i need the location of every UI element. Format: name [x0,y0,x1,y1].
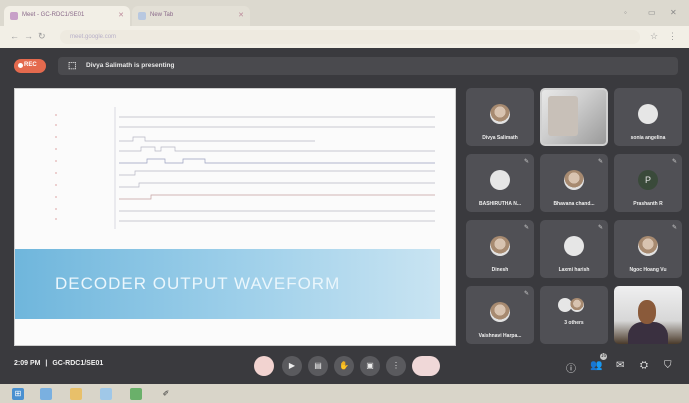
participant-name: Ngoc Hoang Vu [629,267,667,273]
participant-name: Dinesh [491,267,509,273]
participant-name: BASHIRUTHA N... [478,201,522,207]
participant-name: Divya Salimath [482,135,518,141]
others-count: 3 others [564,320,584,326]
tab-label: New Tab [150,12,174,18]
participant-tile[interactable]: ✎ Dinesh [466,220,534,278]
tab-favicon-icon [138,12,146,20]
minimize-icon[interactable]: ◦ [624,8,627,17]
current-time: 2:09 PM [14,360,41,367]
waveform-diagram [55,107,435,229]
pen-taskbar-icon[interactable]: ✐ [160,388,172,400]
presenting-banner: ⬚ Divya Salimath is presenting [58,57,678,75]
participant-video-tile[interactable] [540,88,608,146]
chat-icon[interactable]: ✉ [616,360,624,371]
participant-tile[interactable]: ✎ Bhavana chand... [540,154,608,212]
video-content-face [638,300,656,324]
meet-favicon-icon [10,12,18,20]
info-icon[interactable]: ⓘ [566,360,576,375]
close-tab-icon[interactable]: ✕ [118,11,124,19]
url-field[interactable]: meet.google.com [60,30,640,44]
microphone-button[interactable] [254,356,274,376]
browser-tab-new[interactable]: New Tab ✕ [132,6,250,26]
avatar [638,236,658,256]
recording-badge: REC [14,59,46,73]
close-tab-icon[interactable]: ✕ [238,11,244,19]
camera-button[interactable]: ▶ [282,356,302,376]
participant-name: Bhavana chand... [553,201,595,207]
avatar [638,104,658,124]
avatar [490,104,510,124]
slide-title: DECODER OUTPUT WAVEFORM [55,274,341,293]
meeting-code: GC-RDC1/SE01 [52,360,104,367]
forward-icon[interactable]: → [24,31,33,41]
avatar [564,170,584,190]
participant-tile[interactable]: ✎ P Prashanth R [614,154,682,212]
present-button[interactable]: ▣ [360,356,380,376]
mic-muted-icon: ✎ [671,225,677,231]
file-explorer-icon[interactable] [70,388,82,400]
host-controls-icon[interactable]: ⛉ [664,360,672,371]
avatar [490,236,510,256]
browser-taskbar-icon[interactable] [40,388,52,400]
video-content [548,96,578,136]
back-icon[interactable]: ← [10,31,19,41]
activities-icon[interactable]: ⛭ [640,360,648,371]
presentation-slide: DECODER OUTPUT WAVEFORM [14,88,456,346]
slide-title-banner: DECODER OUTPUT WAVEFORM [15,249,440,319]
participant-name: sonia angelina [630,135,666,141]
mic-muted-icon: ✎ [523,291,529,297]
captions-button[interactable]: ▤ [308,356,328,376]
more-options-button[interactable]: ⋮ [386,356,406,376]
meet-window: REC ⬚ Divya Salimath is presenting DECOD… [0,48,689,384]
app-taskbar-icon[interactable] [130,388,142,400]
avatar [564,236,584,256]
participant-name: Vaishnavi Harpa... [478,333,522,339]
mic-muted-icon: ✎ [597,159,603,165]
avatar: P [638,170,658,190]
participant-tile[interactable]: ✎ Ngoc Hoang Vu [614,220,682,278]
menu-icon[interactable]: ⋮ [668,31,677,42]
self-view-tile[interactable] [614,286,682,344]
meet-control-bar: 2:09 PM | GC-RDC1/SE01 ▶ ▤ ✋ ▣ ⋮ ⓘ 👥 16 … [0,348,689,384]
avatar [490,302,510,322]
app-taskbar-icon[interactable] [100,388,112,400]
raise-hand-button[interactable]: ✋ [334,356,354,376]
mic-muted-icon: ✎ [523,225,529,231]
tab-label: Meet - GC-RDC1/SE01 [22,12,85,18]
meet-top-bar: REC ⬚ Divya Salimath is presenting [8,54,684,76]
leave-call-button[interactable] [412,356,440,376]
star-icon[interactable]: ☆ [650,31,658,42]
people-count-badge: 16 [600,353,607,360]
os-taskbar: ⊞ ✐ [0,384,689,403]
participant-tile[interactable]: Divya Salimath [466,88,534,146]
meeting-info: 2:09 PM | GC-RDC1/SE01 [14,360,103,367]
others-tile[interactable]: 3 others [540,286,608,344]
present-screen-icon: ⬚ [68,60,77,70]
separator: | [45,360,48,367]
avatar [490,170,510,190]
rec-label: REC [24,62,37,68]
mic-muted-icon: ✎ [671,159,677,165]
address-bar-row: ← → ↻ meet.google.com ☆ ⋮ [0,26,689,48]
windows-start-icon[interactable]: ⊞ [12,388,24,400]
maximize-icon[interactable]: ▭ [648,8,656,17]
participant-tile[interactable]: sonia angelina [614,88,682,146]
avatar [570,298,584,312]
presenting-text: Divya Salimath is presenting [86,62,175,69]
close-window-icon[interactable]: ✕ [670,8,677,17]
participant-tile[interactable]: ✎ Laxmi harish [540,220,608,278]
participant-name: Prashanth R [633,201,663,207]
video-content [628,322,668,344]
participant-name: Laxmi harish [558,267,590,273]
browser-tab-meet[interactable]: Meet - GC-RDC1/SE01 ✕ [4,6,130,26]
browser-tab-strip: Meet - GC-RDC1/SE01 ✕ New Tab ✕ ◦ ▭ ✕ [0,0,689,26]
people-icon[interactable]: 👥 [590,360,602,371]
url-text: meet.google.com [70,34,117,40]
participant-tile[interactable]: ✎ BASHIRUTHA N... [466,154,534,212]
participant-tile[interactable]: ✎ Vaishnavi Harpa... [466,286,534,344]
reload-icon[interactable]: ↻ [38,31,46,42]
mic-muted-icon: ✎ [523,159,529,165]
mic-muted-icon: ✎ [597,225,603,231]
